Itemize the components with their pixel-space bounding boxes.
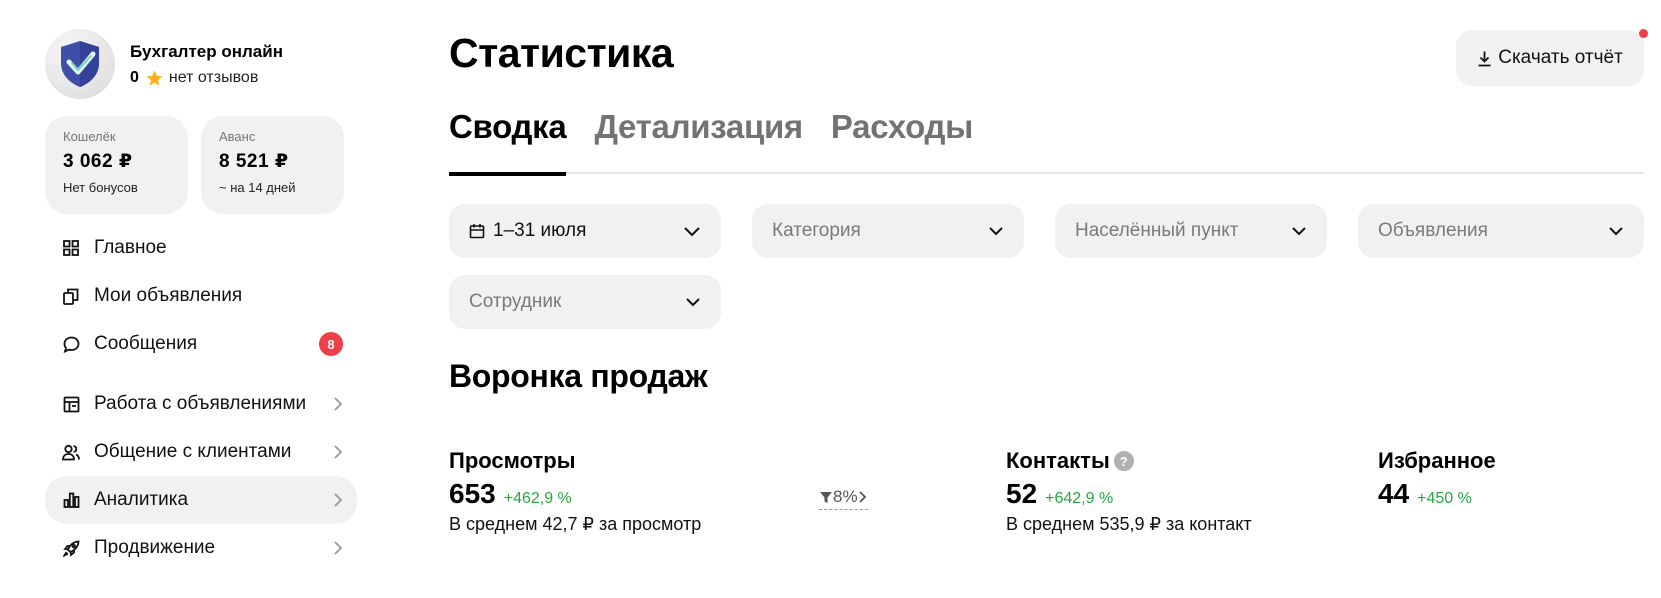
locality-select[interactable]: Населённый пункт — [1055, 204, 1327, 258]
sidebar-item-label: Главное — [94, 237, 167, 258]
chevron-right-icon — [334, 541, 343, 555]
wallet-card[interactable]: Кошелёк 3 062 ₽ Нет бонусов — [45, 116, 188, 214]
users-icon — [62, 443, 80, 461]
wallet-amount: 3 062 ₽ — [63, 151, 133, 172]
chevron-down-icon — [686, 298, 700, 307]
sidebar-item-listings-work[interactable]: Работа с объявлениями — [45, 380, 357, 428]
favorites-title: Избранное — [1378, 448, 1496, 473]
metric-views: Просмотры 653 +462,9 % В среднем 42,7 ₽ … — [449, 448, 701, 535]
sidebar-item-label: Мои объявления — [94, 285, 243, 306]
chevron-right-icon — [334, 493, 343, 507]
contacts-delta: +642,9 % — [1045, 490, 1114, 507]
help-icon[interactable]: ? — [1113, 451, 1134, 471]
chevron-down-icon — [684, 226, 700, 236]
layout-icon — [62, 395, 80, 413]
bar-chart-icon — [62, 491, 80, 509]
tabs: Сводка Детализация Расходы — [449, 108, 1644, 176]
metric-favorites: Избранное 44 +450 % — [1378, 448, 1496, 510]
sidebar-nav: Главное Мои объявления Сообщения 8 Работ… — [45, 224, 357, 572]
filter-icon — [820, 491, 832, 503]
profile[interactable]: Бухгалтер онлайн 0 нет отзывов — [45, 28, 357, 100]
sidebar-item-label: Аналитика — [94, 489, 189, 510]
advance-label: Аванс — [219, 129, 256, 144]
category-placeholder: Категория — [772, 220, 861, 241]
tab-details[interactable]: Детализация — [594, 108, 803, 174]
sidebar: Бухгалтер онлайн 0 нет отзывов Кошелёк 3… — [45, 28, 357, 572]
employee-select[interactable]: Сотрудник — [449, 275, 721, 329]
views-delta: +462,9 % — [503, 490, 572, 507]
employee-placeholder: Сотрудник — [469, 291, 562, 312]
balance-cards: Кошелёк 3 062 ₽ Нет бонусов Аванс 8 521 … — [45, 116, 357, 214]
company-name[interactable]: Бухгалтер онлайн — [130, 41, 283, 63]
category-select[interactable]: Категория — [752, 204, 1024, 258]
contacts-title: Контакты — [1006, 448, 1110, 473]
reviews-count: нет отзывов — [168, 69, 259, 86]
advance-card[interactable]: Аванс 8 521 ₽ ~ на 14 дней — [201, 116, 344, 214]
chevron-down-icon — [989, 227, 1003, 236]
funnel-title: Воронка продаж — [449, 358, 708, 394]
download-label: Скачать отчёт — [1498, 47, 1623, 68]
sidebar-item-label: Сообщения — [94, 333, 198, 354]
messages-badge: 8 — [319, 332, 343, 356]
tab-summary[interactable]: Сводка — [449, 108, 567, 176]
sidebar-item-label: Работа с объявлениями — [94, 393, 307, 414]
conversion-value: 8% — [833, 487, 858, 506]
chevron-down-icon — [1292, 227, 1306, 236]
favorites-delta: +450 % — [1417, 490, 1472, 507]
sidebar-item-promotion[interactable]: Продвижение — [45, 524, 357, 572]
chevron-right-icon — [334, 445, 343, 459]
sidebar-item-analytics[interactable]: Аналитика — [45, 476, 357, 524]
sidebar-item-label: Продвижение — [94, 537, 216, 558]
copy-icon — [62, 287, 80, 305]
chevron-down-icon — [1609, 227, 1623, 236]
chevron-right-icon — [334, 397, 343, 411]
sidebar-item-clients[interactable]: Общение с клиентами — [45, 428, 357, 476]
wallet-label: Кошелёк — [63, 129, 116, 144]
views-title: Просмотры — [449, 448, 576, 473]
sidebar-item-label: Общение с клиентами — [94, 441, 292, 462]
contacts-value: 52 — [1006, 478, 1038, 509]
conversion-link[interactable]: 8% — [819, 487, 868, 510]
rating-row[interactable]: 0 нет отзывов — [130, 69, 283, 88]
tab-expenses[interactable]: Расходы — [831, 108, 973, 174]
advance-note: ~ на 14 дней — [219, 180, 296, 195]
calendar-icon — [469, 223, 485, 239]
sidebar-item-messages[interactable]: Сообщения 8 — [45, 320, 357, 368]
main-content: Статистика Скачать отчёт Сводка Детализа… — [449, 0, 1648, 598]
advance-amount: 8 521 ₽ — [219, 151, 289, 172]
metric-contacts: Контакты ? 52 +642,9 % В среднем 535,9 ₽… — [1006, 448, 1252, 535]
star-icon — [146, 70, 163, 86]
listings-placeholder: Объявления — [1378, 220, 1488, 241]
views-desc: В среднем 42,7 ₽ за просмотр — [449, 514, 702, 534]
sidebar-item-my-listings[interactable]: Мои объявления — [45, 272, 357, 320]
views-value: 653 — [449, 478, 496, 509]
notification-dot — [1639, 29, 1648, 38]
download-icon — [1477, 50, 1492, 67]
rocket-icon — [62, 539, 80, 557]
period-value: 1–31 июля — [493, 220, 587, 241]
sidebar-item-main[interactable]: Главное — [45, 224, 357, 272]
avatar[interactable] — [45, 29, 115, 99]
shield-check-icon — [61, 41, 99, 87]
locality-placeholder: Населённый пункт — [1075, 220, 1239, 241]
page-title: Статистика — [449, 30, 674, 76]
favorites-value: 44 — [1378, 478, 1410, 509]
rating-value: 0 — [130, 69, 139, 86]
download-report-button[interactable]: Скачать отчёт — [1456, 29, 1648, 86]
chat-icon — [62, 335, 80, 353]
contacts-desc: В среднем 535,9 ₽ за контакт — [1006, 514, 1252, 534]
chevron-right-icon — [858, 491, 866, 503]
listings-select[interactable]: Объявления — [1358, 204, 1644, 258]
period-select[interactable]: 1–31 июля — [449, 204, 721, 258]
wallet-note: Нет бонусов — [63, 180, 138, 195]
grid-icon — [62, 239, 80, 257]
